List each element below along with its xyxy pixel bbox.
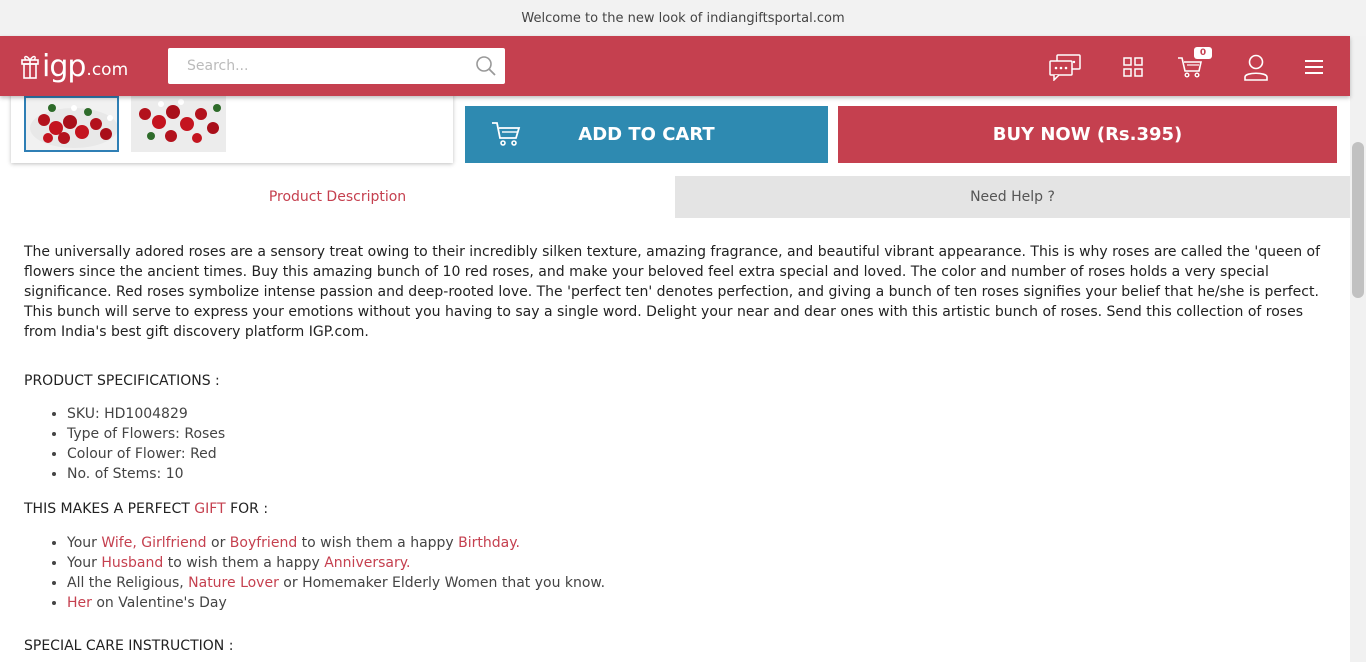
list-text: All the Religious, [67,575,189,591]
cart-count-badge: 0 [1194,47,1212,59]
scrollbar-thumb[interactable] [1352,142,1364,298]
gift-link[interactable]: GIFT [194,501,225,517]
product-description-content: The universally adored roses are a senso… [24,242,1324,656]
cart-icon [491,120,521,153]
scrollbar[interactable] [1350,36,1366,662]
period-text: . [515,535,520,551]
list-item: No. of Stems: 10 [67,464,1324,484]
list-text: to wish them a happy [297,535,459,551]
site-header: igp .com [0,36,1350,96]
add-to-cart-label: ADD TO CART [578,124,715,145]
care-instruction-heading: SPECIAL CARE INSTRUCTION : [24,638,234,654]
list-text: on Valentine's Day [91,595,227,611]
list-text: Your [67,535,102,551]
buy-now-button[interactable]: BUY NOW (Rs.395) [838,106,1337,163]
her-link[interactable]: Her [67,595,92,611]
announcement-text: Welcome to the new look of indiangiftspo… [521,10,845,26]
thumbnail-panel [11,90,453,163]
logo-text: igp [42,48,86,84]
tab-need-help[interactable]: Need Help ? [675,176,1350,218]
wife-link[interactable]: Wife [101,535,132,551]
list-text: Your [67,555,102,571]
specifications-heading: PRODUCT SPECIFICATIONS : [24,373,220,389]
grid-icon[interactable] [1116,52,1150,82]
menu-icon[interactable] [1297,52,1331,82]
logo[interactable]: igp .com [20,46,128,86]
announcement-bar: Welcome to the new look of indiangiftspo… [0,0,1366,36]
logo-suffix: .com [86,60,129,80]
user-icon[interactable] [1239,52,1273,82]
girlfriend-link[interactable]: Girlfriend [141,535,206,551]
list-text: or [206,535,230,551]
list-text: or Homemaker Elderly Women that you know… [278,575,606,591]
period-text: . [406,555,411,571]
birthday-link[interactable]: Birthday [458,535,515,551]
perfect-gift-heading: THIS MAKES A PERFECT GIFT FOR : [24,499,1324,519]
nature-lover-link[interactable]: Nature Lover [188,575,279,591]
buy-now-label: BUY NOW (Rs.395) [992,124,1183,145]
anniversary-link[interactable]: Anniversary [324,555,406,571]
list-item: Type of Flowers: Roses [67,424,1324,444]
perfect-gift-list: Your Wife, Girlfriend or Boyfriend to wi… [24,533,1324,613]
heading-text: THIS MAKES A PERFECT [24,501,195,517]
product-thumbnail[interactable] [131,96,226,152]
list-item: SKU: HD1004829 [67,404,1324,424]
list-item: Colour of Flower: Red [67,444,1324,464]
search-icon[interactable] [475,55,497,77]
tab-product-description[interactable]: Product Description [0,176,675,218]
product-tabs: Product Description Need Help ? [0,176,1350,218]
search-box [168,48,505,84]
description-text: The universally adored roses are a senso… [24,244,1321,340]
boyfriend-link[interactable]: Boyfriend [230,535,297,551]
list-item: Your Wife, Girlfriend or Boyfriend to wi… [67,533,1324,553]
list-item: All the Religious, Nature Lover or Homem… [67,573,1324,593]
list-item: Your Husband to wish them a happy Annive… [67,553,1324,573]
specifications-list: SKU: HD1004829 Type of Flowers: Roses Co… [24,404,1324,484]
husband-link[interactable]: Husband [101,555,163,571]
list-text: to wish them a happy [163,555,325,571]
product-thumbnail[interactable] [24,96,119,152]
search-input[interactable] [168,48,458,84]
add-to-cart-button[interactable]: ADD TO CART [465,106,828,163]
separator-text: , [132,535,142,551]
gift-logo-icon [20,51,40,81]
list-item: Her on Valentine's Day [67,593,1324,613]
heading-text: FOR : [225,501,269,517]
chat-icon[interactable] [1048,52,1082,82]
